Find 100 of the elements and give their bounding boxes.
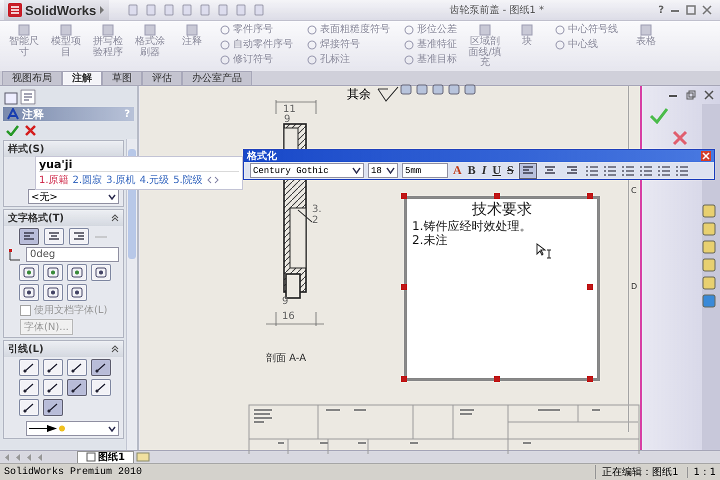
task-pane-icon[interactable] bbox=[702, 222, 716, 236]
ok-check-icon[interactable] bbox=[6, 125, 19, 136]
leader-style-button[interactable] bbox=[66, 359, 86, 376]
ribbon-button[interactable]: 焊接符号 bbox=[307, 38, 390, 51]
ribbon-button[interactable]: 基准特征 bbox=[404, 38, 457, 51]
leader-style-button[interactable] bbox=[90, 379, 110, 396]
resize-handle[interactable] bbox=[494, 376, 500, 382]
list-format-icon[interactable] bbox=[674, 164, 689, 176]
leader-style-button[interactable] bbox=[18, 399, 38, 416]
ribbon-button[interactable]: 智能尺寸 bbox=[6, 23, 42, 58]
ribbon-button[interactable]: 中心符号线 bbox=[555, 23, 618, 36]
arrow-style-dropdown[interactable] bbox=[26, 421, 119, 436]
list-format-icon[interactable] bbox=[638, 164, 653, 176]
ribbon-button[interactable]: 表面粗糙度符号 bbox=[307, 23, 390, 36]
ribbon-button[interactable]: 形位公差 bbox=[404, 23, 457, 36]
resize-handle[interactable] bbox=[587, 193, 593, 199]
format-tool-button[interactable] bbox=[66, 284, 86, 301]
ribbon-button[interactable]: 基准目标 bbox=[404, 53, 457, 66]
resize-handle[interactable] bbox=[401, 284, 407, 290]
task-pane-icon[interactable] bbox=[702, 204, 716, 218]
ribbon-button[interactable]: 拼写检验程序 bbox=[90, 23, 126, 58]
ribbon-button[interactable]: 孔标注 bbox=[307, 53, 390, 66]
text-style-button[interactable]: S bbox=[506, 163, 515, 178]
align-button[interactable] bbox=[44, 228, 64, 245]
ribbon-tab[interactable]: 办公室产品 bbox=[182, 71, 252, 85]
ime-input[interactable]: yua'ji bbox=[39, 158, 239, 172]
close-icon[interactable] bbox=[704, 90, 714, 100]
list-format-icon[interactable] bbox=[584, 164, 599, 176]
format-tool-button[interactable] bbox=[66, 264, 86, 281]
format-tool-button[interactable] bbox=[42, 264, 62, 281]
ribbon-button[interactable]: 区域剖面线/填充 bbox=[467, 23, 503, 68]
view-toolbar-icon[interactable] bbox=[464, 84, 476, 95]
sheet-tab[interactable]: 图纸1 bbox=[77, 450, 134, 464]
text-style-button[interactable]: B bbox=[466, 163, 477, 178]
resize-handle[interactable] bbox=[401, 376, 407, 382]
ribbon-button[interactable]: 注释 bbox=[174, 23, 210, 48]
feature-tree-tab-icon[interactable] bbox=[4, 92, 18, 105]
help-button[interactable]: ? bbox=[658, 4, 664, 16]
cancel-icon[interactable] bbox=[25, 125, 36, 136]
list-format-icon[interactable] bbox=[620, 164, 635, 176]
task-pane-icon[interactable] bbox=[702, 258, 716, 272]
font-button[interactable]: 字体(N)... bbox=[20, 319, 73, 335]
ribbon-button[interactable]: 模型项目 bbox=[48, 23, 84, 58]
format-tool-button[interactable] bbox=[90, 264, 110, 281]
leader-style-button[interactable] bbox=[18, 359, 38, 376]
text-style-button[interactable]: I bbox=[480, 163, 488, 178]
ribbon-button[interactable]: 中心线 bbox=[555, 38, 618, 51]
cancel-icon[interactable] bbox=[672, 130, 688, 146]
leader-style-button[interactable] bbox=[42, 399, 62, 416]
resize-handle[interactable] bbox=[587, 284, 593, 290]
text-style-button[interactable]: U bbox=[491, 163, 502, 178]
ime-candidate[interactable]: 2.圆寂 bbox=[72, 173, 102, 187]
align-button[interactable] bbox=[518, 162, 537, 178]
property-tab-icon[interactable] bbox=[20, 89, 36, 105]
task-pane-icon[interactable] bbox=[702, 276, 716, 290]
view-toolbar-icon[interactable] bbox=[416, 84, 428, 95]
ribbon-button[interactable]: 零件序号 bbox=[220, 23, 293, 36]
ime-candidate[interactable]: 5.院级 bbox=[173, 173, 203, 187]
task-pane-icon[interactable] bbox=[702, 240, 716, 254]
angle-field[interactable]: 0deg bbox=[26, 247, 119, 262]
ime-candidate[interactable]: 1.原籍 bbox=[39, 173, 69, 187]
ribbon-tab[interactable]: 视图布局 bbox=[2, 71, 62, 85]
ribbon-tab[interactable]: 注解 bbox=[62, 71, 102, 85]
ime-candidate[interactable]: 3.原机 bbox=[106, 173, 136, 187]
maximize-icon[interactable] bbox=[686, 5, 696, 15]
resize-handle[interactable] bbox=[587, 376, 593, 382]
view-toolbar-icon[interactable] bbox=[448, 84, 460, 95]
ribbon-button[interactable]: 格式涂刷器 bbox=[132, 23, 168, 58]
view-toolbar-icon[interactable] bbox=[432, 84, 444, 95]
ribbon-tab[interactable]: 评估 bbox=[142, 71, 182, 85]
text-style-button[interactable]: A bbox=[452, 163, 463, 178]
list-format-icon[interactable] bbox=[602, 164, 617, 176]
leader-style-button[interactable] bbox=[42, 359, 62, 376]
list-format-icon[interactable] bbox=[656, 164, 671, 176]
ime-candidate[interactable]: 4.元级 bbox=[140, 173, 170, 187]
align-button[interactable] bbox=[19, 228, 39, 245]
format-tool-button[interactable] bbox=[18, 284, 38, 301]
ribbon-button[interactable]: 修订符号 bbox=[220, 53, 293, 66]
ribbon-button[interactable]: 自动零件序号 bbox=[220, 38, 293, 51]
align-button[interactable] bbox=[69, 228, 89, 245]
restore-icon[interactable] bbox=[686, 90, 696, 100]
page-arrows-icon[interactable] bbox=[206, 176, 219, 184]
view-toolbar-icon[interactable] bbox=[400, 84, 412, 95]
style-dropdown[interactable]: <无> bbox=[28, 189, 119, 204]
text-height-field[interactable]: 5mm bbox=[402, 163, 448, 178]
resize-handle[interactable] bbox=[401, 193, 407, 199]
collapse-icon[interactable] bbox=[111, 214, 119, 222]
close-icon[interactable] bbox=[702, 5, 712, 15]
confirm-check-icon[interactable] bbox=[650, 108, 668, 124]
leader-style-button[interactable] bbox=[66, 379, 86, 396]
ribbon-button[interactable]: 表格 bbox=[628, 23, 664, 48]
collapse-icon[interactable] bbox=[111, 345, 119, 353]
format-tool-button[interactable] bbox=[18, 264, 38, 281]
note-box[interactable]: 技术要求 1.铸件应经时效处理。 2.未注 bbox=[404, 196, 600, 381]
leader-style-button[interactable] bbox=[42, 379, 62, 396]
scrollbar[interactable] bbox=[126, 139, 137, 450]
expand-arrow-icon[interactable] bbox=[99, 6, 106, 14]
format-tool-button[interactable] bbox=[42, 284, 62, 301]
resize-handle[interactable] bbox=[494, 193, 500, 199]
font-dropdown[interactable]: Century Gothic bbox=[250, 163, 364, 178]
